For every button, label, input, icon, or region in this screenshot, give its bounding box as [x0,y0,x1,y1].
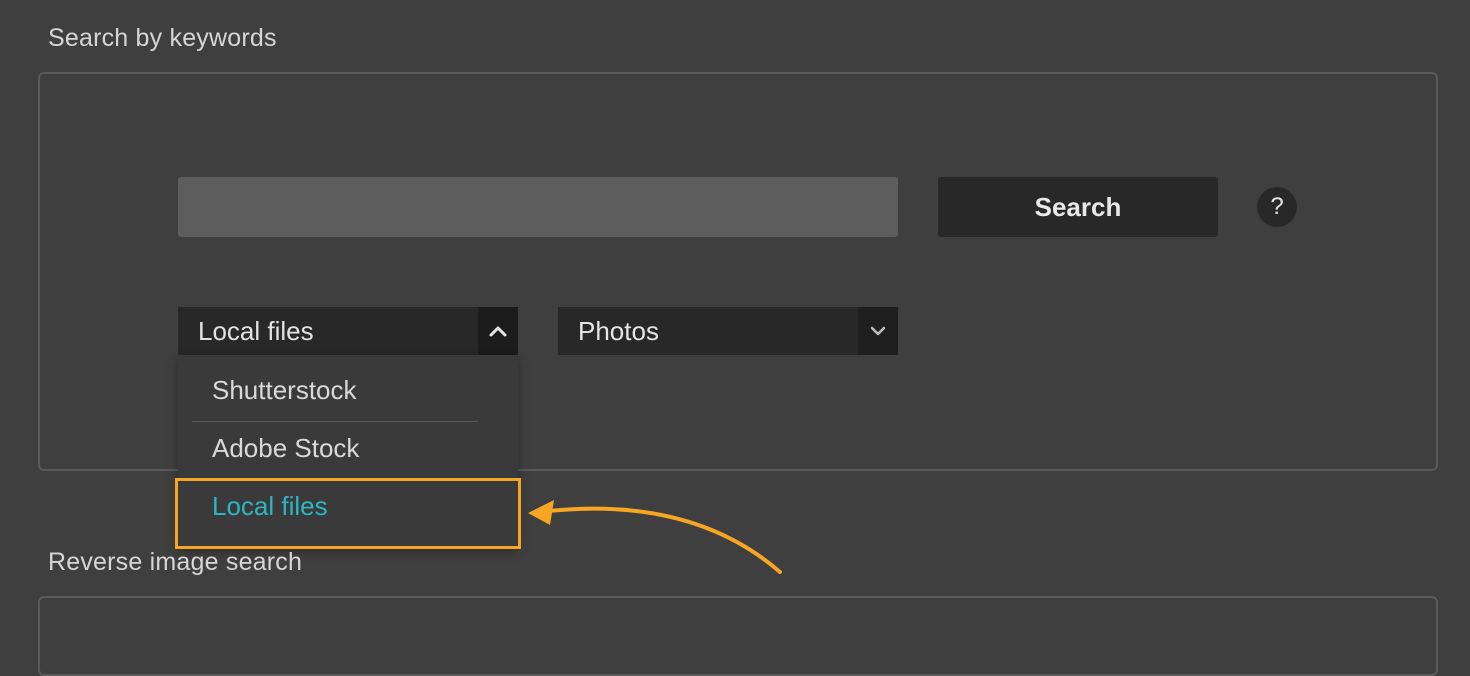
reverse-image-search-title: Reverse image search [48,548,303,576]
dropdown-option-local-files[interactable]: Local files [212,491,328,522]
dropdown-option-shutterstock[interactable]: Shutterstock [212,375,357,406]
annotation-arrow [528,500,782,574]
chevron-down-icon[interactable] [858,307,898,355]
keyword-search-input[interactable] [178,177,898,237]
search-by-keywords-title: Search by keywords [48,24,277,52]
help-icon[interactable]: ? [1257,187,1297,227]
source-dropdown-menu: Shutterstock Adobe Stock Local files [178,355,518,547]
reverse-search-panel [38,596,1438,676]
chevron-up-icon[interactable] [478,307,518,355]
dropdown-option-adobe-stock[interactable]: Adobe Stock [212,433,359,464]
search-button[interactable]: Search [938,177,1218,237]
dropdown-divider [192,421,478,422]
source-select[interactable]: Local files [178,307,518,355]
media-type-select-value: Photos [578,316,659,346]
media-type-select[interactable]: Photos [558,307,898,355]
source-select-value: Local files [198,316,314,346]
